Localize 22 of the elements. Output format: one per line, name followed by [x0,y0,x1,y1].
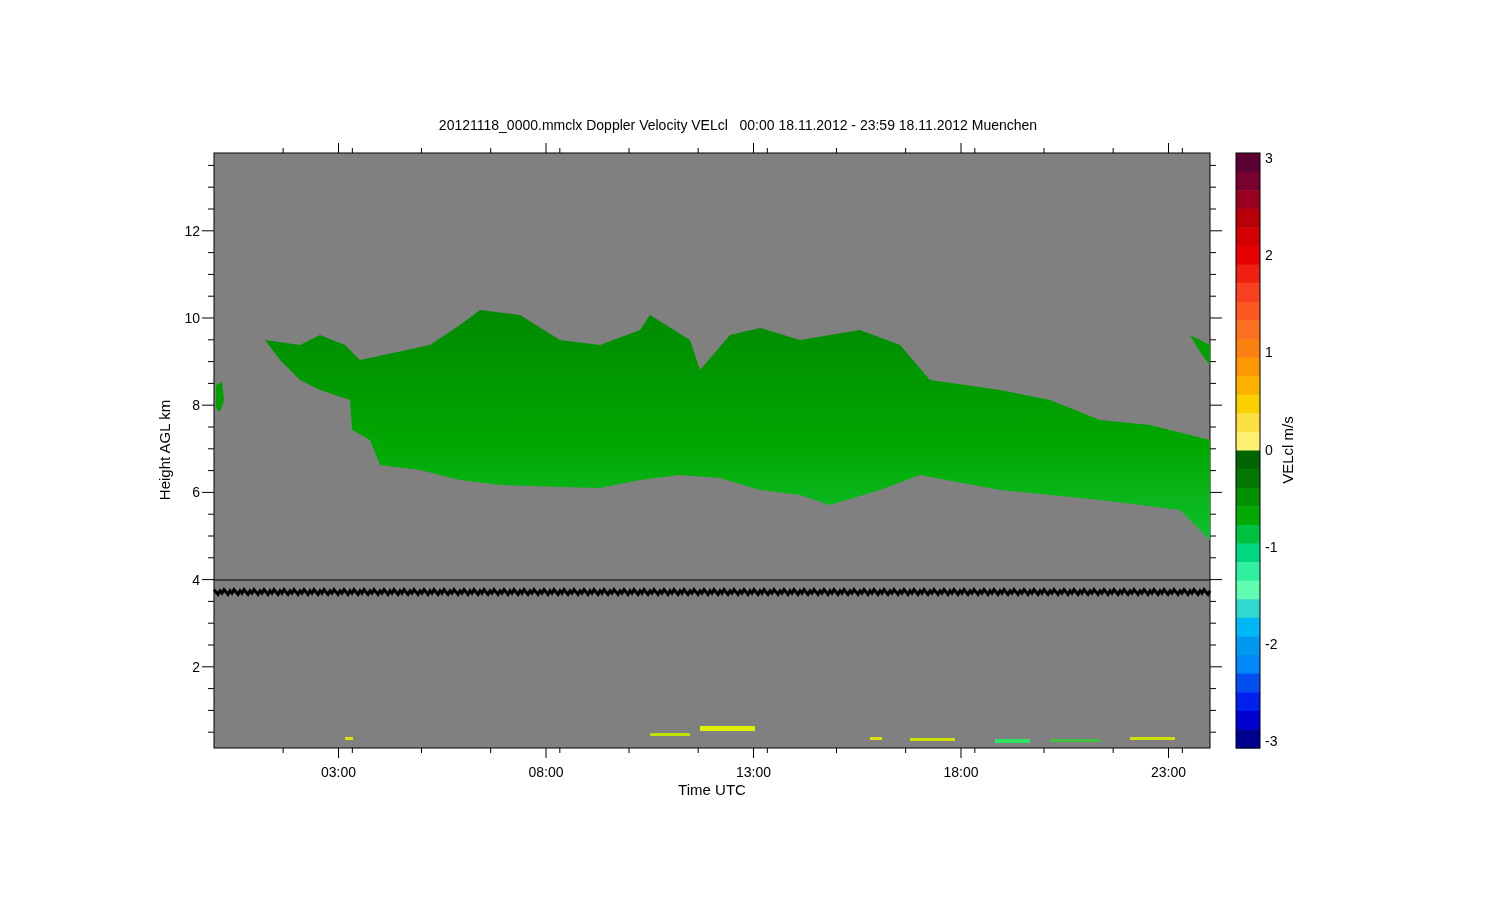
colorbar-tick-label: 1 [1265,344,1273,361]
y-tick-label: 6 [192,484,200,501]
x-tick-label: 03:00 [321,764,356,780]
chart-title: 20121118_0000.mmclx Doppler Velocity VELcl 00:00 18.11.2012 - 23:59 18.11.2012 Muenchen [438,117,1038,133]
x-tick-label: 23:00 [1151,764,1186,780]
y-axis-label: Height AGL km [156,399,173,501]
x-tick-label: 08:00 [528,764,564,780]
y-tick-label: 2 [192,658,200,675]
colorbar-tick-label: -3 [1265,733,1278,749]
y-tick-label: 12 [184,222,200,239]
colorbar-tick-label: -2 [1265,635,1278,652]
x-tick-label: 13:00 [736,764,771,780]
y-tick-label: 4 [192,571,200,588]
colorbar-tick-label: -1 [1265,538,1278,555]
colorbar-label: VELcl m/s [1279,416,1296,484]
colorbar-tick-label: 2 [1265,247,1273,264]
colorbar-tick-label: 0 [1265,441,1273,458]
x-tick-label: 18:00 [943,764,979,780]
y-tick-label: 10 [184,310,200,326]
colorbar-tick-label: 3 [1265,150,1273,166]
x-axis-label: Time UTC [678,781,746,798]
y-tick-label: 8 [192,397,200,414]
